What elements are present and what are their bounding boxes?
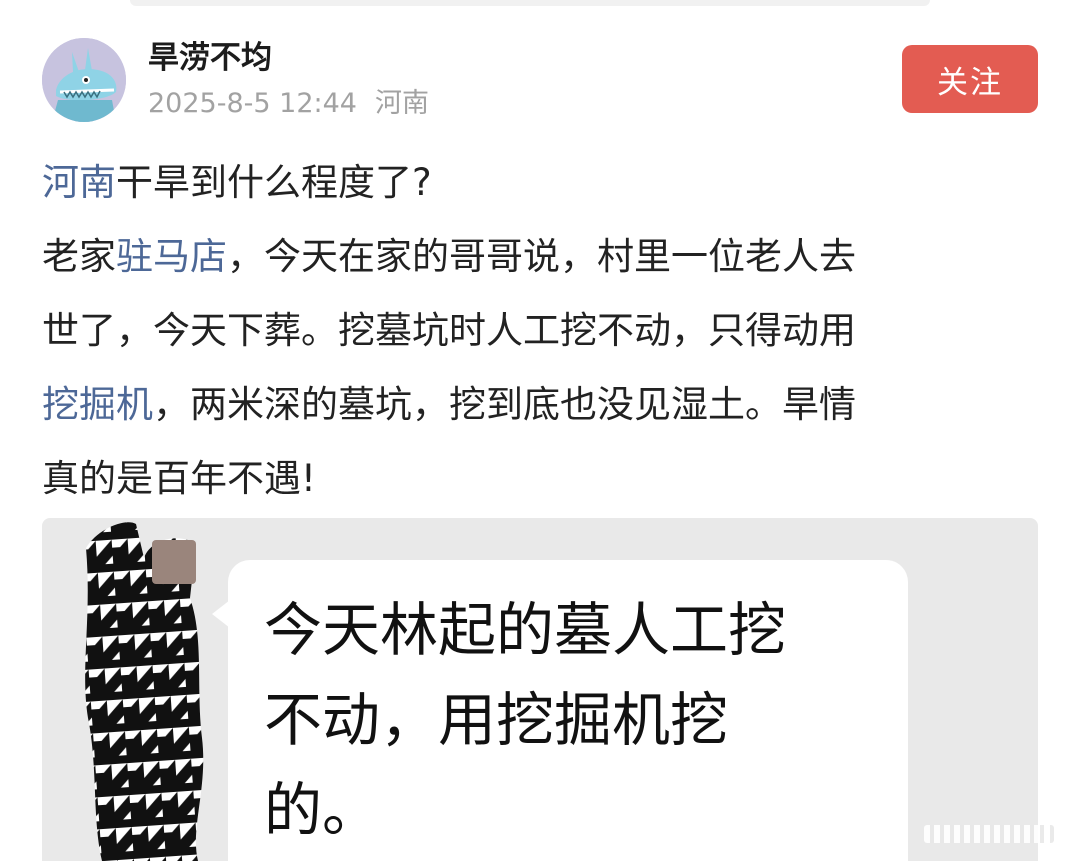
post-line-1-text: 干旱到什么程度了? bbox=[116, 161, 432, 204]
post-line-2-pre: 老家 bbox=[42, 235, 116, 278]
bubble-line-1: 今天林起的墓人工挖 bbox=[264, 596, 787, 664]
post-line-2: 老家驻马店，今天在家的哥哥说，村里一位老人去 bbox=[42, 220, 1038, 294]
watermark-mark bbox=[924, 825, 1054, 843]
post-line-4-text: ，两米深的墓坑，挖到底也没见湿土。旱情 bbox=[153, 383, 856, 426]
author-avatar[interactable] bbox=[42, 38, 126, 122]
topic-link-excavator[interactable]: 挖掘机 bbox=[42, 383, 153, 426]
post-line-5: 真的是百年不遇! bbox=[42, 457, 316, 500]
post-line-3: 世了，今天下葬。挖墓坑时人工挖不动，只得动用 bbox=[42, 309, 856, 352]
post-line-4: 挖掘机，两米深的墓坑，挖到底也没见湿土。旱情 bbox=[42, 368, 1038, 442]
location-link-henan[interactable]: 河南 bbox=[42, 161, 116, 204]
location-link-zhumadian[interactable]: 驻马店 bbox=[116, 235, 227, 278]
previous-card-edge bbox=[130, 0, 930, 6]
post-body: 河南干旱到什么程度了? 老家驻马店，今天在家的哥哥说，村里一位老人去 世了，今天… bbox=[42, 146, 1038, 516]
follow-button[interactable]: 关注 bbox=[902, 45, 1038, 113]
author-name[interactable]: 旱涝不均 bbox=[148, 38, 272, 78]
blue-monster-avatar-icon bbox=[42, 38, 126, 122]
post-time: 2025-8-5 12:44 bbox=[148, 88, 357, 119]
chat-bubble-text: 今天林起的墓人工挖 不动，用挖掘机挖 的。 bbox=[264, 585, 884, 855]
bubble-line-2: 不动，用挖掘机挖 bbox=[264, 686, 729, 754]
post-line-2-post: ，今天在家的哥哥说，村里一位老人去 bbox=[227, 235, 856, 278]
post-location: 河南 bbox=[374, 88, 429, 119]
bubble-line-3: 的。 bbox=[264, 776, 381, 844]
post-line-1: 河南干旱到什么程度了? bbox=[42, 146, 1038, 220]
post-meta: 2025-8-5 12:44 河南 bbox=[148, 84, 429, 124]
photo-thumbnail bbox=[152, 540, 196, 584]
